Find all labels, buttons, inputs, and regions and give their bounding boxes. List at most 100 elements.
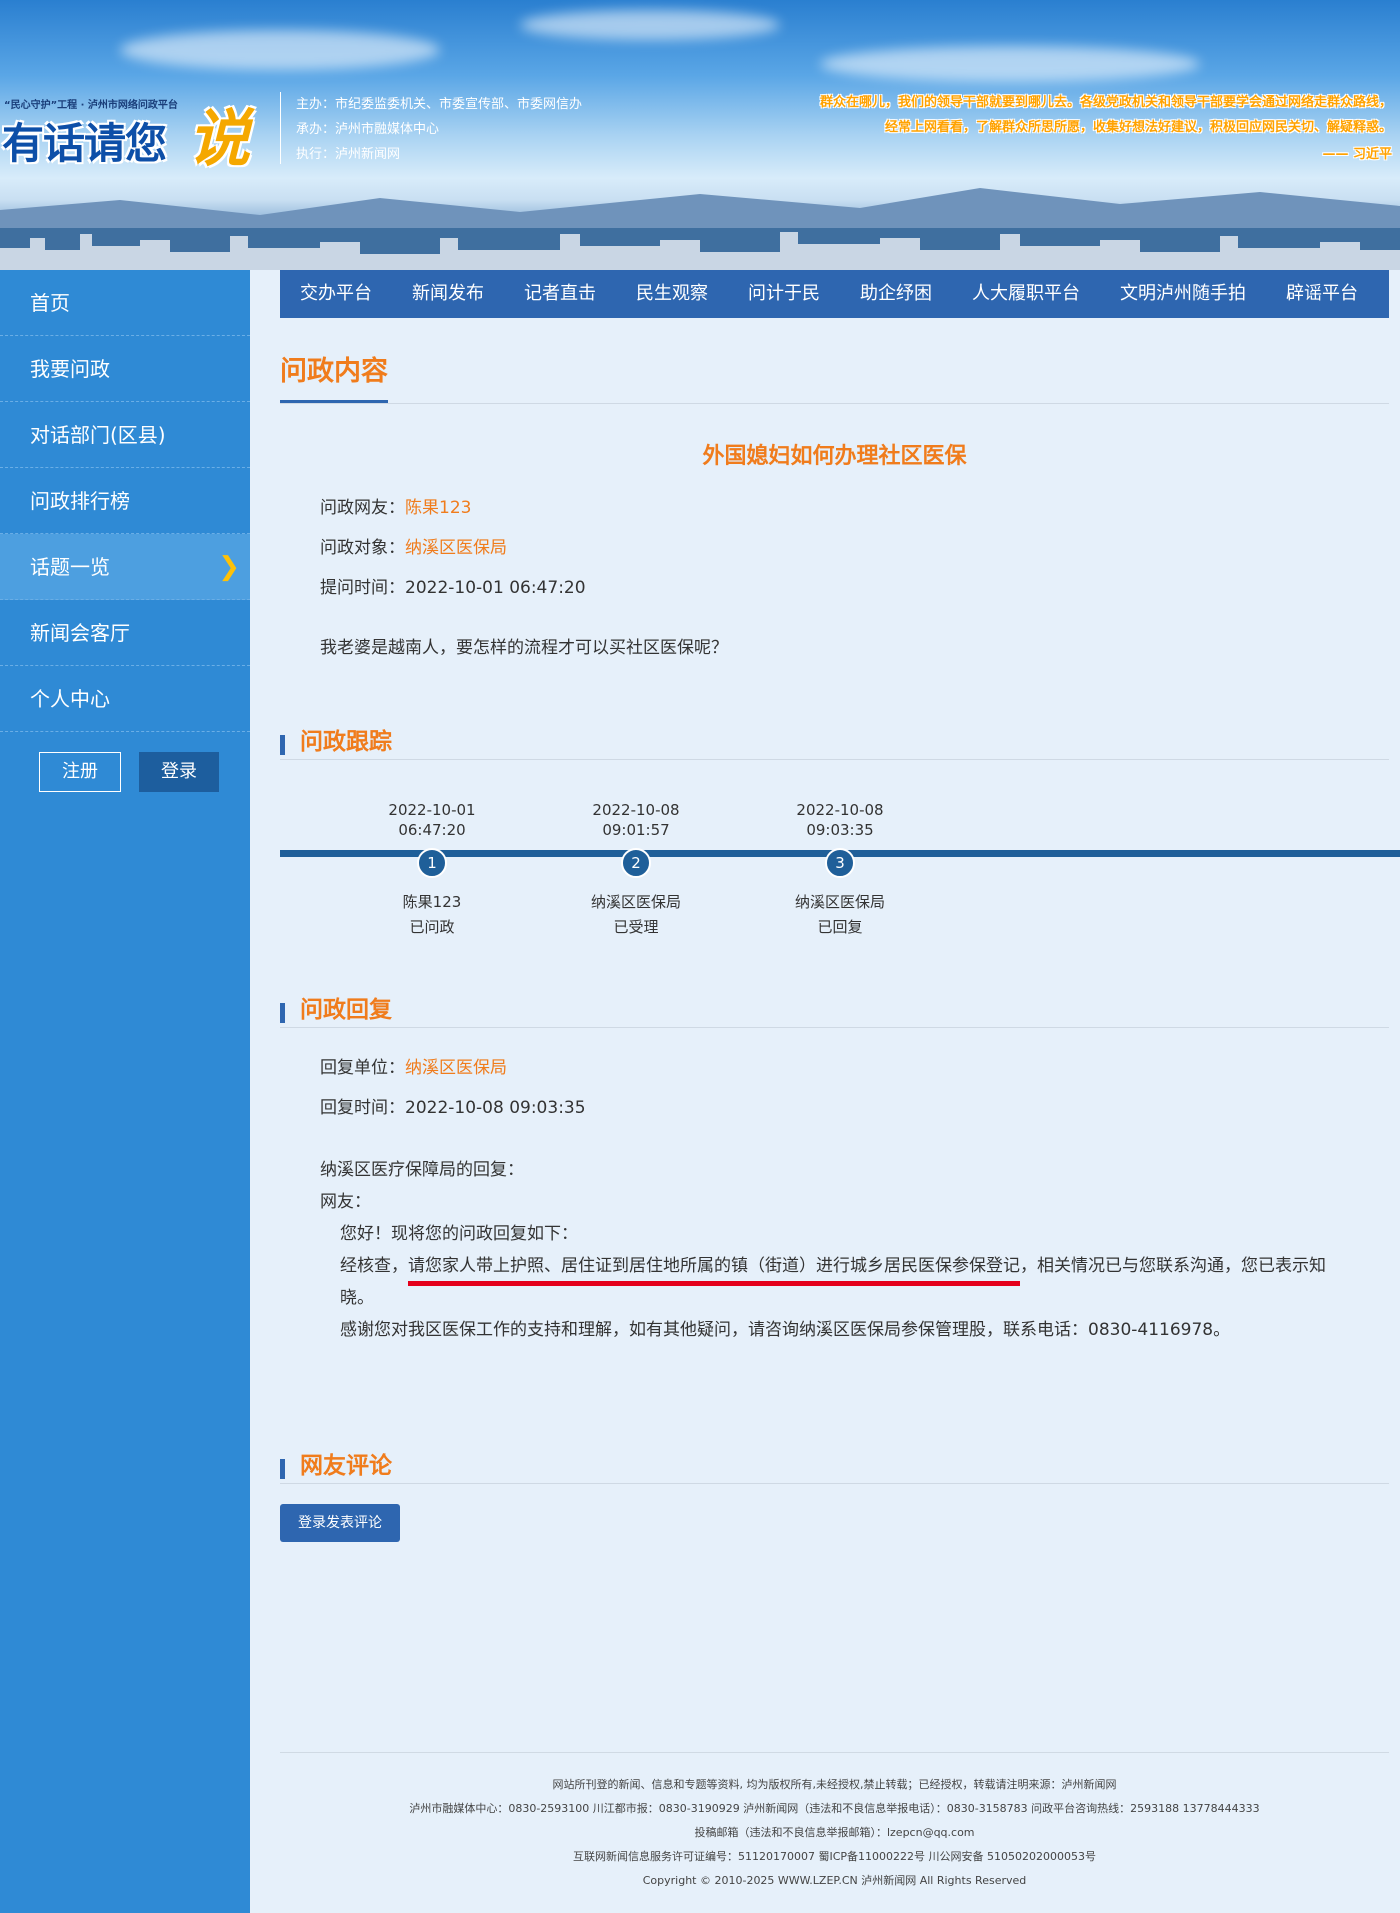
footer-line: Copyright © 2010-2025 WWW.LZEP.CN 泸州新闻网 … [642, 1874, 1027, 1887]
step-status: 已回复 [817, 918, 863, 936]
question-body: 我老婆是越南人，要怎样的流程才可以买社区医保呢？ [320, 638, 728, 658]
site-logo[interactable]: “民心守护”工程 · 泸州市网络问政平台 有话请您 说 [0, 96, 270, 175]
footer-line: 互联网新闻信息服务许可证编号：51120170007 蜀ICP备11000222… [573, 1850, 1096, 1863]
step-actor-block: 陈果123 已问政 [362, 890, 502, 940]
nav-item[interactable]: 助企纾困 [840, 270, 952, 318]
section-title: 问政回复 [300, 997, 392, 1023]
main-content: 交办平台 新闻发布 记者直击 民生观察 问计于民 助企纾困 人大履职平台 文明泸… [280, 270, 1400, 1542]
step-date: 2022-10-01 [388, 801, 476, 819]
sidebar-item-topics[interactable]: 话题一览 ❯ [0, 534, 250, 600]
step-number-badge: 3 [825, 848, 855, 878]
question-title: 外国媳妇如何办理社区医保 [702, 444, 967, 469]
step-actor-block: 纳溪区医保局 已回复 [770, 890, 910, 940]
asker-row: 问政网友：陈果123 [320, 488, 1400, 528]
timeline-step: 2022-10-08 09:03:35 3 纳溪区医保局 已回复 [770, 760, 910, 940]
reply-line: 感谢您对我区医保工作的支持和理解，如有其他疑问，请咨询纳溪区医保局参保管理股，联… [340, 1320, 1231, 1340]
section-title: 问政跟踪 [300, 729, 392, 755]
cloud-decoration [120, 30, 440, 70]
sidebar-item-ask[interactable]: 我要问政 [0, 336, 250, 402]
reply-unit-row: 回复单位：纳溪区医保局 [320, 1048, 1400, 1088]
header-divider [280, 92, 281, 164]
quote-line: 群众在哪儿，我们的领导干部就要到哪儿去。各级党政机关和领导干部要学会通过网络走群… [819, 95, 1392, 110]
question-time: 2022-10-01 06:47:20 [405, 578, 586, 598]
auth-buttons: 注册 登录 [0, 732, 250, 792]
nav-item[interactable]: 人大履职平台 [952, 270, 1100, 318]
sidebar-item-ranking[interactable]: 问政排行榜 [0, 468, 250, 534]
sidebar-item-profile[interactable]: 个人中心 [0, 666, 250, 732]
login-button[interactable]: 登录 [139, 752, 219, 792]
footer-line: 泸州市融媒体中心：0830-2593100 川江都市报：0830-3190929… [409, 1802, 1260, 1815]
sidebar-item-press-room[interactable]: 新闻会客厅 [0, 600, 250, 666]
section-header-content: 问政内容 [280, 348, 1389, 404]
nav-item[interactable]: 文明泸州随手拍 [1100, 270, 1266, 318]
section-header-reply: 问政回复 [280, 992, 1389, 1028]
reply-unit-label: 回复单位： [320, 1058, 405, 1078]
step-number-badge: 1 [417, 848, 447, 878]
section-header-tracking: 问政跟踪 [280, 724, 1389, 760]
reply-meta: 回复单位：纳溪区医保局 回复时间：2022-10-08 09:03:35 [280, 1048, 1400, 1128]
timeline-step: 2022-10-08 09:01:57 2 纳溪区医保局 已受理 [566, 760, 706, 940]
sponsor-line: 执行：泸州新闻网 [296, 147, 401, 162]
register-button[interactable]: 注册 [39, 752, 121, 792]
nav-item[interactable]: 交办平台 [280, 270, 392, 318]
logo-title: 有话请您 [2, 119, 167, 168]
tracking-timeline: 2022-10-01 06:47:20 1 陈果123 已问政 2022-10-08… [280, 760, 1400, 960]
footer-line: 投稿邮箱（违法和不良信息举报邮箱）：lzepcn@qq.com [694, 1826, 975, 1839]
step-status: 已受理 [613, 918, 659, 936]
section-bar [280, 735, 285, 755]
sponsor-line: 承办：泸州市融媒体中心 [296, 122, 440, 137]
sidebar-item-home[interactable]: 首页 [0, 270, 250, 336]
footer-line: 网站所刊登的新闻、信息和专题等资料, 均为版权所有,未经授权,禁止转载；已经授权… [552, 1778, 1117, 1791]
nav-item[interactable]: 问计于民 [728, 270, 840, 318]
target-label: 问政对象： [320, 538, 405, 558]
section-title: 网友评论 [300, 1453, 392, 1479]
step-actor: 陈果123 [402, 893, 462, 911]
top-nav: 交办平台 新闻发布 记者直击 民生观察 问计于民 助企纾困 人大履职平台 文明泸… [280, 270, 1389, 318]
reply-body: 纳溪区医疗保障局的回复： 网友： 您好！现将您的问政回复如下： 经核查，请您家人… [280, 1154, 1389, 1346]
step-date: 2022-10-08 [592, 801, 680, 819]
step-number-badge: 2 [621, 848, 651, 878]
nav-item[interactable]: 记者直击 [504, 270, 616, 318]
asker-link[interactable]: 陈果123 [405, 498, 471, 518]
reply-highlight: 请您家人带上护照、居住证到居住地所属的镇（街道）进行城乡居民医保参保登记 [408, 1256, 1020, 1276]
time-label: 提问时间： [320, 578, 405, 598]
nav-item[interactable]: 新闻发布 [392, 270, 504, 318]
step-datetime: 2022-10-08 09:03:35 [770, 800, 910, 840]
quote-author: —— 习近平 [1322, 147, 1392, 162]
sidebar-item-departments[interactable]: 对话部门(区县) [0, 402, 250, 468]
step-actor-block: 纳溪区医保局 已受理 [566, 890, 706, 940]
time-row: 提问时间：2022-10-01 06:47:20 [320, 568, 1400, 608]
section-header-comments: 网友评论 [280, 1448, 1389, 1484]
cloud-decoration [820, 46, 1200, 82]
chevron-right-icon: ❯ [218, 552, 240, 582]
question-meta: 问政网友：陈果123 问政对象：纳溪区医保局 提问时间：2022-10-01 0… [280, 488, 1400, 608]
login-to-comment-button[interactable]: 登录发表评论 [280, 1504, 400, 1542]
reply-line: 网友： [320, 1192, 371, 1212]
step-date: 2022-10-08 [796, 801, 884, 819]
quote-line: 经常上网看看，了解群众所思所愿，收集好想法好建议，积极回应网民关切、解疑释惑。 [884, 120, 1392, 135]
step-actor: 纳溪区医保局 [794, 893, 885, 911]
step-datetime: 2022-10-01 06:47:20 [362, 800, 502, 840]
sidebar-item-label: 话题一览 [30, 555, 110, 579]
section-title: 问政内容 [280, 348, 388, 403]
header-quote: 群众在哪儿，我们的领导干部就要到哪儿去。各级党政机关和领导干部要学会通过网络走群… [820, 90, 1392, 167]
sidebar: 首页 我要问政 对话部门(区县) 问政排行榜 话题一览 ❯ 新闻会客厅 个人中心… [0, 270, 250, 1913]
section-bar [280, 1003, 285, 1023]
step-actor: 纳溪区医保局 [590, 893, 681, 911]
step-status: 已问政 [409, 918, 455, 936]
reply-unit-link[interactable]: 纳溪区医保局 [405, 1058, 507, 1078]
asker-label: 问政网友： [320, 498, 405, 518]
nav-item[interactable]: 辟谣平台 [1266, 270, 1378, 318]
timeline-step: 2022-10-01 06:47:20 1 陈果123 已问政 [362, 760, 502, 940]
sponsor-info: 主办：市纪委监委机关、市委宣传部、市委网信办 承办：泸州市融媒体中心 执行：泸州… [296, 92, 582, 167]
target-link[interactable]: 纳溪区医保局 [405, 538, 507, 558]
logo-tagline: “民心守护”工程 · 泸州市网络问政平台 [4, 100, 178, 111]
nav-item[interactable]: 民生观察 [616, 270, 728, 318]
cloud-decoration [520, 10, 780, 40]
reply-time-label: 回复时间： [320, 1098, 405, 1118]
header-banner: “民心守护”工程 · 泸州市网络问政平台 有话请您 说 主办：市纪委监委机关、市… [0, 0, 1400, 270]
step-datetime: 2022-10-08 09:01:57 [566, 800, 706, 840]
city-skyline [0, 228, 1400, 270]
reply-line: 纳溪区医疗保障局的回复： [320, 1160, 524, 1180]
sponsor-line: 主办：市纪委监委机关、市委宣传部、市委网信办 [296, 97, 583, 112]
